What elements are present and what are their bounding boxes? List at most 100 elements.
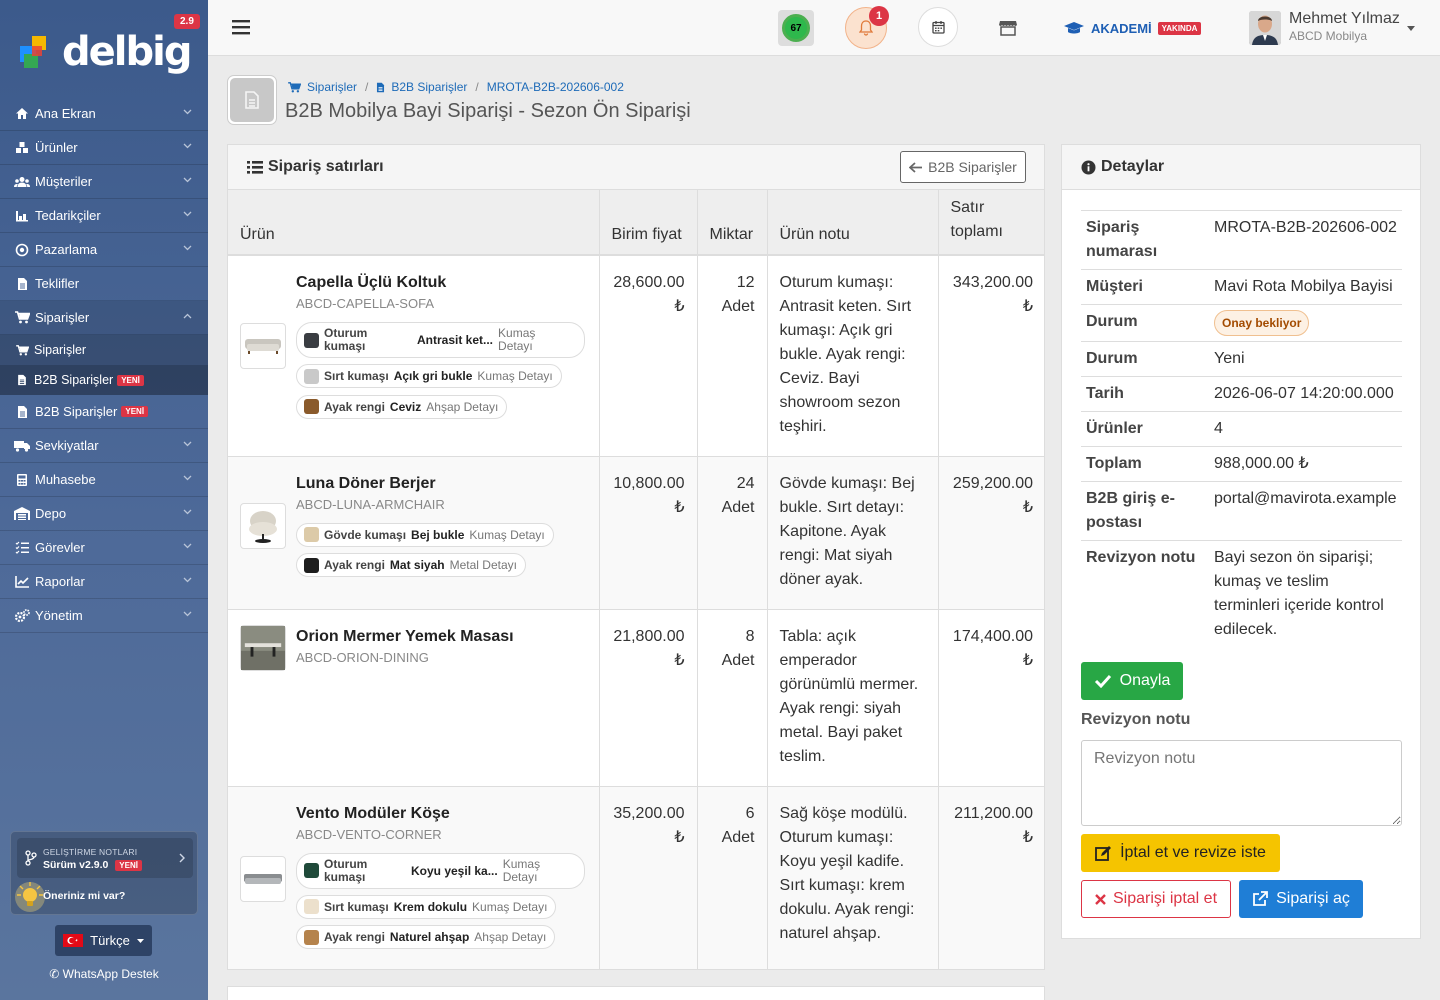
check-icon xyxy=(1094,674,1111,688)
cancel-order-button[interactable]: Siparişi iptal et xyxy=(1081,880,1231,918)
chevron-down-icon xyxy=(183,543,192,549)
sidebar-item-tedarikciler[interactable]: Tedarikçiler xyxy=(0,199,208,233)
corner-sofa-image xyxy=(244,873,282,884)
chevron-down-icon xyxy=(183,577,192,583)
product-cell: Orion Mermer Yemek Masası ABCD-ORION-DIN… xyxy=(228,609,600,787)
user-avatar[interactable] xyxy=(1249,11,1281,45)
product-name[interactable]: Luna Döner Berjer xyxy=(296,472,587,496)
language-selector[interactable]: Türkçe xyxy=(55,925,152,956)
cancel-and-revise-button[interactable]: İptal et ve revize iste xyxy=(1081,834,1280,872)
sidebar-item-sevkiyatlar[interactable]: Sevkiyatlar xyxy=(0,429,208,463)
sidebar-subitem-b2b-siparisler[interactable]: B2B Siparişler YENİ xyxy=(0,365,208,395)
column-header-product[interactable]: Ürün xyxy=(228,190,600,256)
note-cell: Gövde kumaşı: Bej bukle. Sırt detayı: Ka… xyxy=(767,456,939,610)
option-chip: Oturum kumaşı Koyu yeşil ka... Kumaş Detay… xyxy=(296,852,585,889)
option-chip: Oturum kumaşı Antrasit ket... Kumaş Detayı xyxy=(296,322,585,358)
chevron-up-icon xyxy=(183,313,192,319)
column-header-quantity[interactable]: Miktar xyxy=(697,190,768,256)
revision-note-label: Revizyon notu xyxy=(1081,711,1191,728)
sidebar-item-gorevler[interactable]: Görevler xyxy=(0,531,208,565)
sidebar-item-muhasebe[interactable]: Muhasebe xyxy=(0,463,208,497)
store-icon xyxy=(999,21,1017,36)
sidebar-item-teklifler[interactable]: Teklifler xyxy=(0,267,208,301)
sidebar-item-label: Raporlar xyxy=(35,574,85,589)
product-name[interactable]: Orion Mermer Yemek Masası xyxy=(296,625,587,649)
sidebar-item-label: Müşteriler xyxy=(35,174,93,189)
product-thumbnail[interactable] xyxy=(240,855,286,902)
score-button[interactable]: 67 xyxy=(778,10,814,46)
cart-icon xyxy=(14,343,30,357)
whatsapp-support-link[interactable]: ✆ WhatsApp Destek xyxy=(0,967,208,981)
turkey-flag-icon xyxy=(63,934,84,947)
whatsapp-icon: ✆ xyxy=(49,967,60,981)
chevron-down-icon xyxy=(183,441,192,447)
column-header-note[interactable]: Ürün notu xyxy=(767,190,939,256)
release-version: Sürüm v2.9.0 YENİ xyxy=(43,859,142,871)
product-cell: Luna Döner Berjer ABCD-LUNA-ARMCHAIR Göv… xyxy=(228,456,600,610)
column-header-line-total[interactable]: Satır toplamı xyxy=(938,190,1044,256)
file-icon xyxy=(14,404,30,420)
sidebar-item-yonetim[interactable]: Yönetim xyxy=(0,599,208,633)
suggestion-link[interactable]: Öneriniz mi var? xyxy=(43,890,125,902)
sidebar-item-raporlar[interactable]: Raporlar xyxy=(0,565,208,599)
cart-icon xyxy=(14,310,30,326)
product-thumbnail[interactable] xyxy=(240,502,286,549)
sidebar-item-label: Yönetim xyxy=(35,608,83,623)
graduation-cap-icon xyxy=(1064,22,1084,34)
sidebar-item-depo[interactable]: Depo xyxy=(0,497,208,531)
release-notes-link[interactable]: GELİŞTİRME NOTLARI Sürüm v2.9.0 YENİ xyxy=(17,838,193,878)
sidebar-item-pazarlama[interactable]: Pazarlama xyxy=(0,233,208,267)
open-order-button[interactable]: Siparişi aç xyxy=(1239,880,1363,918)
line-total-cell: 259,200.00 ₺ xyxy=(938,456,1044,610)
sidebar-item-siparisler[interactable]: Siparişler xyxy=(0,301,208,335)
product-thumbnail[interactable] xyxy=(240,323,286,369)
quantity-cell: 6 Adet xyxy=(697,786,768,969)
details-title: Detaylar xyxy=(1101,158,1165,175)
column-header-unit-price[interactable]: Birim fiyat xyxy=(599,190,698,256)
sofa-image xyxy=(245,339,281,354)
info-circle-icon xyxy=(1081,160,1096,174)
calendar-button[interactable] xyxy=(918,7,958,47)
armchair-image xyxy=(249,510,277,543)
sidebar-subitem-siparisler[interactable]: Siparişler xyxy=(0,335,208,365)
chevron-down-icon xyxy=(183,245,192,251)
line-total-cell: 174,400.00 ₺ xyxy=(938,609,1044,787)
arrow-left-icon xyxy=(909,161,923,173)
sidebar-item-label: Pazarlama xyxy=(35,242,98,257)
approve-button[interactable]: Onayla xyxy=(1081,662,1183,700)
product-thumbnail[interactable] xyxy=(240,624,286,671)
status-cell: Onay bekliyor xyxy=(1209,304,1402,342)
app-logo[interactable]: delbig xyxy=(18,28,192,76)
chart-line-icon xyxy=(14,574,30,590)
sidebar-item-ana-ekran[interactable]: Ana Ekran xyxy=(0,97,208,131)
option-chip: Sırt kumaşı Açık gri bukle Kumaş Detayı xyxy=(296,364,562,388)
tasks-icon xyxy=(14,540,30,556)
chevron-down-icon xyxy=(183,109,192,115)
sidebar-item-label: Görevler xyxy=(35,540,85,555)
back-to-b2b-orders-button[interactable]: B2B Siparişler xyxy=(900,151,1026,183)
sidebar-item-urunler[interactable]: Ürünler xyxy=(0,131,208,165)
breadcrumb-b2b-orders[interactable]: B2B Siparişler xyxy=(391,80,467,94)
version-badge: 2.9 xyxy=(174,14,200,29)
store-button[interactable] xyxy=(996,16,1020,40)
caret-down-icon[interactable] xyxy=(1407,26,1415,31)
new-badge: YENİ xyxy=(117,374,144,386)
customer-value: Mavi Rota Mobilya Bayisi xyxy=(1209,269,1402,305)
menu-toggle-button[interactable] xyxy=(230,16,252,38)
notifications-button[interactable]: 1 xyxy=(845,6,889,49)
sidebar-item-b2b-siparisler[interactable]: B2B Siparişler YENİ xyxy=(0,395,208,429)
sidebar-item-musteriler[interactable]: Müşteriler xyxy=(0,165,208,199)
details-table: Sipariş numarası MROTA-B2B-202606-002 Müşt… xyxy=(1081,210,1402,647)
user-name[interactable]: Mehmet Yılmaz xyxy=(1289,10,1400,28)
warehouse-icon xyxy=(14,506,30,522)
academy-link[interactable]: AKADEMİ YAKINDA xyxy=(1064,18,1202,38)
breadcrumb-orders[interactable]: Siparişler xyxy=(307,80,357,94)
sidebar-item-label: B2B Siparişler xyxy=(35,404,118,419)
quantity-cell: 12 Adet xyxy=(697,255,768,457)
product-name[interactable]: Capella Üçlü Koltuk xyxy=(296,271,587,295)
product-name[interactable]: Vento Modüler Köşe xyxy=(296,802,587,826)
detail-row: Durum Onay bekliyor xyxy=(1081,304,1402,342)
unit-price-cell: 21,800.00 ₺ xyxy=(599,609,698,787)
revision-note-textarea[interactable] xyxy=(1081,740,1402,826)
color-swatch xyxy=(304,527,319,542)
